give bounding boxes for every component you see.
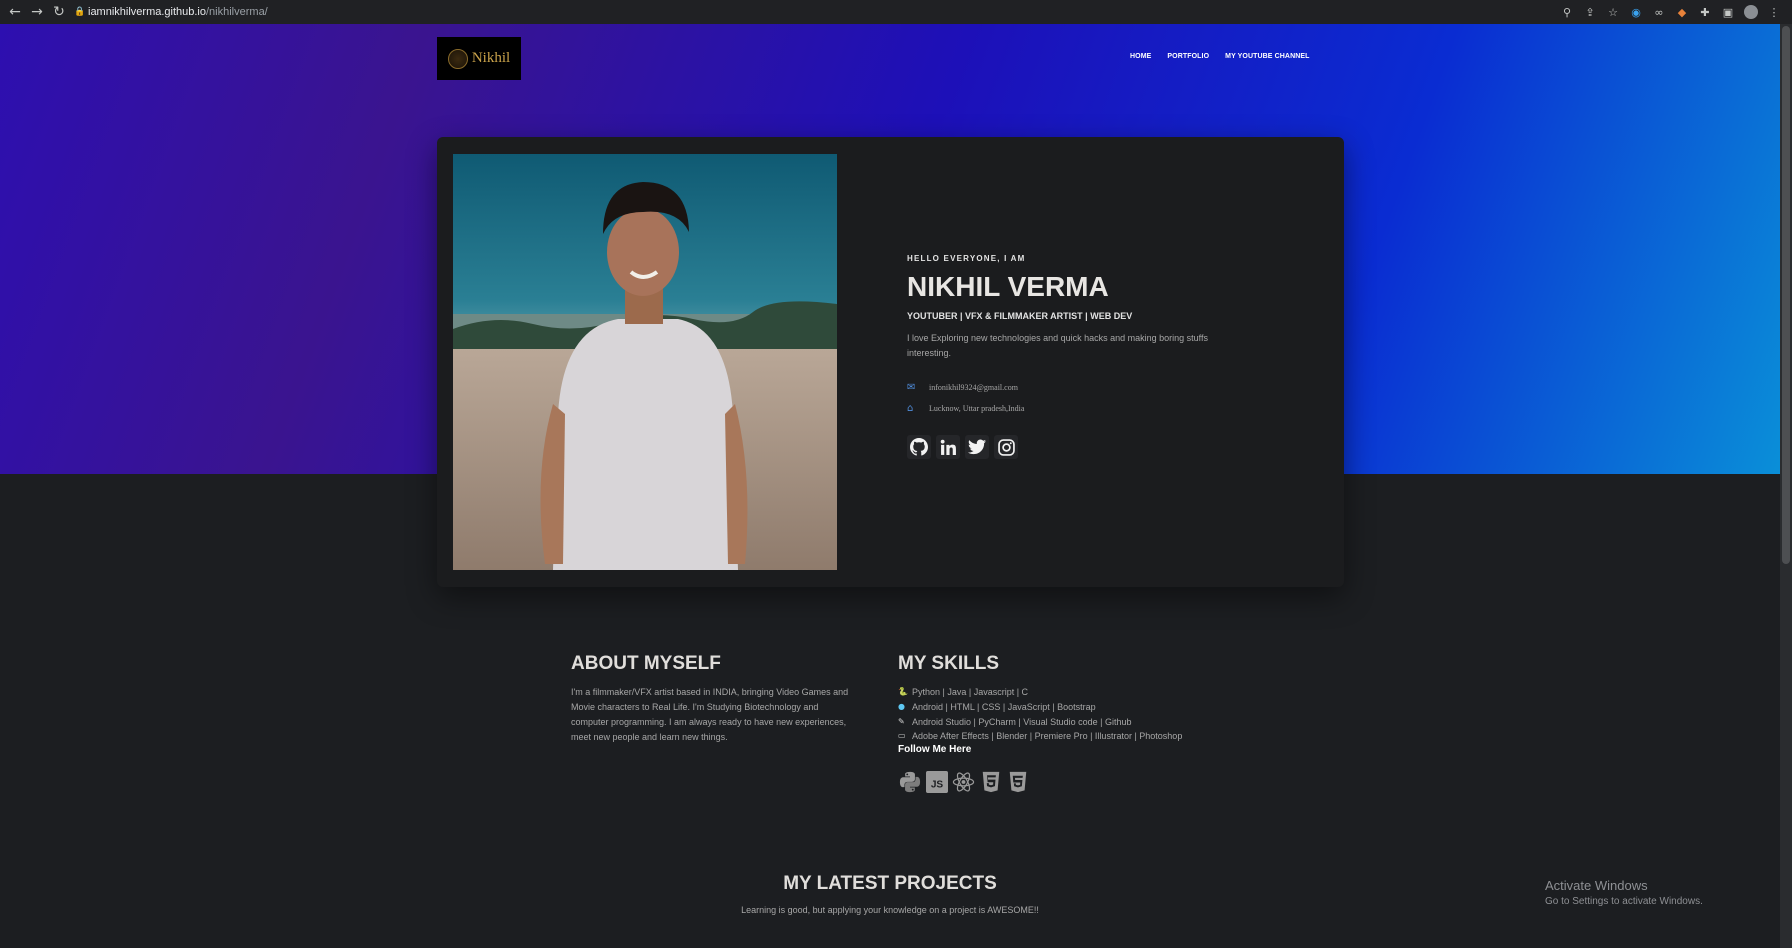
skill-text: Adobe After Effects | Blender | Premiere… (912, 731, 1183, 742)
pencil-emoji-icon: ✎ (898, 716, 905, 726)
page-scrollbar[interactable] (1780, 24, 1792, 948)
instagram-icon[interactable] (994, 435, 1018, 459)
kebab-menu-icon[interactable]: ⋮ (1766, 4, 1782, 20)
extension-glasses-icon[interactable]: ∞ (1651, 4, 1667, 20)
top-navigation: HOME PORTFOLIO MY YOUTUBE CHANNEL (1130, 53, 1310, 60)
profile-avatar[interactable] (1743, 4, 1759, 20)
projects-section: MY LATEST PROJECTS Learning is good, but… (0, 873, 1780, 915)
zoom-icon[interactable]: ⚲ (1559, 4, 1575, 20)
email-text[interactable]: infonikhil9324@gmail.com (929, 383, 1018, 392)
skills-list: 🐍 Python | Java | Javascript | C ● Android… (898, 685, 1218, 744)
url-host: iamnikhilverma.github.io (88, 6, 206, 18)
python-icon[interactable] (898, 770, 921, 793)
reload-icon[interactable]: ↻ (48, 0, 70, 24)
forward-arrow-icon[interactable]: → (26, 0, 48, 24)
share-icon[interactable]: ⇪ (1582, 4, 1598, 20)
skill-item: ✎ Android Studio | PyCharm | Visual Studi… (898, 715, 1218, 730)
activate-line-2: Go to Settings to activate Windows. (1545, 896, 1703, 907)
twitter-icon[interactable] (965, 435, 989, 459)
location-text: Lucknow, Uttar pradesh,India (929, 403, 1025, 413)
profile-card: HELLO EVERYONE, I AM NIKHIL VERMA YOUTUB… (437, 137, 1344, 587)
social-links (907, 435, 1227, 459)
profile-photo (453, 154, 837, 570)
projects-heading: MY LATEST PROJECTS (783, 873, 997, 894)
tech-icons: JS (898, 770, 1218, 793)
nav-home[interactable]: HOME (1130, 53, 1151, 60)
skills-section: MY SKILLS 🐍 Python | Java | Javascript | … (898, 653, 1218, 793)
profile-tagline: YOUTUBER | VFX & FILMMAKER ARTIST | WEB … (907, 311, 1133, 321)
back-arrow-icon[interactable]: ← (4, 0, 26, 24)
skill-text: Python | Java | Javascript | C (912, 687, 1029, 697)
python-emoji-icon: 🐍 (898, 687, 908, 696)
envelope-icon: ✉ (907, 381, 916, 393)
nav-youtube-channel[interactable]: MY YOUTUBE CHANNEL (1225, 53, 1309, 60)
profile-bio: I love Exploring new technologies and qu… (907, 333, 1209, 358)
side-panel-icon[interactable]: ▣ (1720, 4, 1736, 20)
contact-location: ⌂ Lucknow, Uttar pradesh,India (907, 402, 1227, 414)
follow-me-label: Follow Me Here (898, 744, 972, 756)
extension-translate-icon[interactable]: ◉ (1628, 4, 1644, 20)
contact-email: ✉ infonikhil9324@gmail.com (907, 381, 1227, 393)
linkedin-icon[interactable] (936, 435, 960, 459)
about-text: I'm a filmmaker/VFX artist based in INDI… (571, 687, 849, 742)
logo-emblem-icon (447, 48, 468, 69)
address-bar[interactable]: 🔒 iamnikhilverma.github.io/nikhilverma/ (74, 2, 1554, 22)
skill-text: Android Studio | PyCharm | Visual Studio… (912, 716, 1132, 727)
skill-text: Android | HTML | CSS | JavaScript | Boot… (912, 701, 1096, 712)
profile-intro: HELLO EVERYONE, I AM NIKHIL VERMA YOUTUB… (907, 254, 1227, 459)
lock-icon: 🔒 (74, 7, 86, 17)
activate-line-1: Activate Windows (1545, 878, 1648, 893)
site-logo[interactable]: Nikhil (437, 37, 521, 80)
nav-portfolio[interactable]: PORTFOLIO (1167, 53, 1209, 60)
extension-fox-icon[interactable]: ◆ (1674, 4, 1690, 20)
skill-item: ▭ Adobe After Effects | Blender | Premier… (898, 729, 1218, 744)
javascript-icon[interactable]: JS (925, 770, 948, 793)
laptop-emoji-icon: ▭ (898, 731, 906, 741)
skill-item: ● Android | HTML | CSS | JavaScript | Boo… (898, 700, 1218, 715)
url-path: /nikhilverma/ (206, 6, 268, 18)
html5-icon[interactable] (1006, 770, 1029, 793)
svg-text:JS: JS (930, 779, 943, 790)
about-heading: ABOUT MYSELF (571, 653, 721, 674)
browser-toolbar: ← → ↻ 🔒 iamnikhilverma.github.io/nikhilv… (0, 0, 1792, 24)
globe-emoji-icon: ● (898, 701, 905, 711)
home-icon: ⌂ (907, 402, 914, 414)
skill-item: 🐍 Python | Java | Javascript | C (898, 685, 1218, 700)
greeting-text: HELLO EVERYONE, I AM (907, 254, 1026, 263)
github-icon[interactable] (907, 435, 931, 459)
profile-name: NIKHIL VERMA (907, 271, 1109, 302)
about-section: ABOUT MYSELF I'm a filmmaker/VFX artist … (571, 653, 851, 745)
scrollbar-thumb[interactable] (1782, 26, 1790, 564)
logo-text: Nikhil (471, 50, 511, 66)
skills-heading: MY SKILLS (898, 653, 999, 674)
bookmark-star-icon[interactable]: ☆ (1605, 4, 1621, 20)
extensions-puzzle-icon[interactable]: ✚ (1697, 4, 1713, 20)
projects-subtitle: Learning is good, but applying your know… (741, 905, 1039, 915)
react-icon[interactable] (952, 770, 975, 793)
windows-activation-watermark: Activate Windows Go to Settings to activ… (1545, 878, 1703, 907)
css3-icon[interactable] (979, 770, 1002, 793)
